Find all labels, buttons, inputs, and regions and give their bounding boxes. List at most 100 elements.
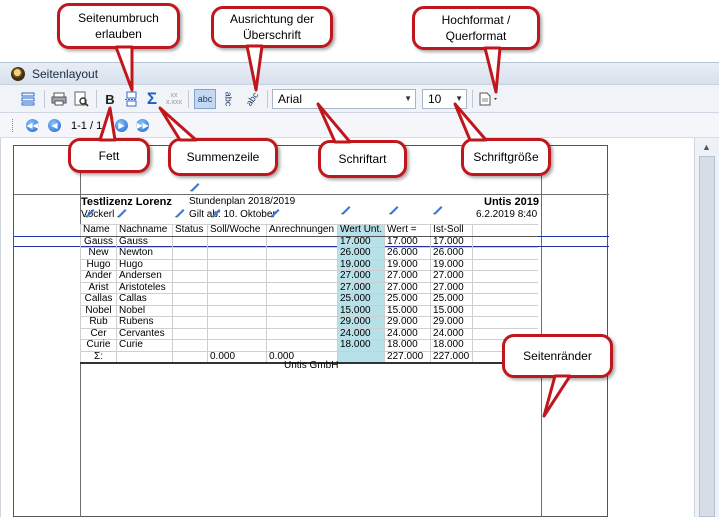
heading-diagonal-button[interactable]: abc (241, 89, 263, 109)
previous-page-button[interactable]: ◀ (48, 119, 61, 132)
table-cell: Gauss (116, 235, 173, 248)
table-cell: 25.000 (384, 293, 432, 306)
page-break-icon[interactable] (122, 89, 140, 109)
table-cell: Gauss (80, 235, 117, 248)
heading-vertical-button[interactable]: abc (219, 89, 237, 109)
first-page-button[interactable]: ◀◀ (26, 119, 39, 132)
table-row: Ander Andersen 27.000 27.000 27.000 (80, 270, 538, 283)
scroll-up-icon[interactable]: ▲ (702, 142, 711, 152)
table-cell: 29.000 (336, 316, 386, 329)
table-cell: 18.000 (430, 339, 474, 352)
column-header[interactable]: Wert = (384, 224, 432, 237)
column-header[interactable]: Soll/Woche (207, 224, 267, 237)
table-cell (207, 339, 267, 352)
table-cell (266, 235, 338, 248)
callout-font: Schriftart (318, 140, 407, 178)
table-cell: 17.000 (336, 235, 386, 248)
callout-margins: Seitenränder (502, 334, 613, 378)
table-cell (172, 350, 208, 363)
edit-pencil-icon[interactable] (269, 206, 281, 218)
font-size-select[interactable]: 10 ▼ (422, 89, 467, 109)
page-navigation-bar: ◀◀ ◀ 1-1 / 1 ▶ ▶▶ (0, 113, 719, 138)
table-cell (172, 293, 208, 306)
table-cell (266, 270, 338, 283)
table-cell (266, 258, 338, 271)
edit-pencil-icon[interactable] (84, 206, 96, 218)
callout-font-size: Schriftgröße (461, 138, 551, 176)
edit-pencil-icon[interactable] (210, 206, 222, 218)
decimal-format-icon[interactable]: xx x.xxx (165, 89, 183, 109)
edit-pencil-icon[interactable] (174, 206, 186, 218)
chevron-down-icon: ▼ (404, 94, 412, 103)
page-orientation-button[interactable] (476, 89, 502, 109)
table-cell (172, 339, 208, 352)
table-cell (266, 281, 338, 294)
table-cell: 18.000 (336, 339, 386, 352)
font-size-value: 10 (428, 92, 442, 106)
chevron-down-icon: ▼ (455, 94, 463, 103)
table-cell: 27.000 (336, 270, 386, 283)
vertical-scrollbar[interactable]: ▲ (694, 138, 719, 517)
table-cell: 19.000 (336, 258, 386, 271)
report-footer: Untis GmbH (284, 360, 339, 371)
heading-diagonal-label: abc (243, 90, 261, 108)
table-cell: Newton (116, 247, 173, 260)
table-cell: Rub (80, 316, 117, 329)
table-cell: 24.000 (430, 327, 474, 340)
table-cell (207, 247, 267, 260)
report-table: Name Nachname Status Soll/Woche Anrechnu… (80, 224, 538, 364)
table-cell: Callas (80, 293, 117, 306)
table-row: Gauss Gauss 17.000 17.000 17.000 (80, 235, 538, 248)
table-cell: 25.000 (336, 293, 386, 306)
edit-pencil-icon[interactable] (340, 203, 352, 215)
table-cell: 27.000 (384, 281, 432, 294)
column-header[interactable]: Nachname (116, 224, 173, 237)
callout-bold: Fett (68, 138, 150, 173)
table-cell: 24.000 (336, 327, 386, 340)
scrollbar-thumb[interactable] (699, 156, 715, 517)
heading-vertical-label: abc (222, 91, 233, 107)
column-header[interactable]: Ist-Soll (430, 224, 474, 237)
product-name: Untis 2019 (484, 196, 540, 208)
table-cell (266, 293, 338, 306)
table-cell: Ander (80, 270, 117, 283)
column-header[interactable]: Wert Unt. (336, 224, 386, 237)
table-cell: 27.000 (384, 270, 432, 283)
table-cell: 18.000 (384, 339, 432, 352)
table-cell: 0.000 (207, 350, 267, 363)
edit-pencil-icon[interactable] (116, 206, 128, 218)
table-cell: Curie (80, 339, 117, 352)
print-preview-icon[interactable] (71, 89, 91, 109)
next-page-button[interactable]: ▶ (115, 119, 128, 132)
column-header[interactable]: Anrechnungen (266, 224, 338, 237)
heading-horizontal-button[interactable]: abc (194, 89, 216, 109)
table-cell: 27.000 (430, 281, 474, 294)
table-cell (266, 327, 338, 340)
table-cell (116, 350, 173, 363)
row-lines-icon[interactable] (18, 89, 38, 109)
table-cell (172, 316, 208, 329)
callout-page-break: Seitenumbruch erlauben (57, 3, 180, 49)
edit-pencil-icon[interactable] (388, 203, 400, 215)
table-cell (207, 281, 267, 294)
table-cell: Hugo (116, 258, 173, 271)
callout-heading-alignment: Ausrichtung der Überschrift (211, 6, 333, 48)
edit-pencil-icon[interactable] (432, 203, 444, 215)
column-header[interactable]: Name (80, 224, 117, 237)
date-time: 6.2.2019 8:40 (476, 209, 538, 220)
table-cell: 26.000 (384, 247, 432, 260)
bold-button[interactable]: B (101, 89, 119, 109)
right-margin-guide[interactable] (541, 146, 542, 517)
print-icon[interactable] (49, 89, 69, 109)
last-page-button[interactable]: ▶▶ (136, 119, 149, 132)
report-page: Testlizenz Lorenz Vöckerl Stundenplan 20… (13, 145, 609, 517)
table-cell (172, 235, 208, 248)
top-margin-guide[interactable] (14, 194, 609, 195)
table-cell: 227.000 (384, 350, 432, 363)
font-family-select[interactable]: Arial ▼ (272, 89, 416, 109)
sum-row-icon[interactable]: Σ (143, 89, 161, 109)
table-row: Hugo Hugo 19.000 19.000 19.000 (80, 258, 538, 271)
table-cell: Cervantes (116, 327, 173, 340)
edit-pencil-icon[interactable] (189, 180, 201, 192)
column-header[interactable]: Status (172, 224, 208, 237)
